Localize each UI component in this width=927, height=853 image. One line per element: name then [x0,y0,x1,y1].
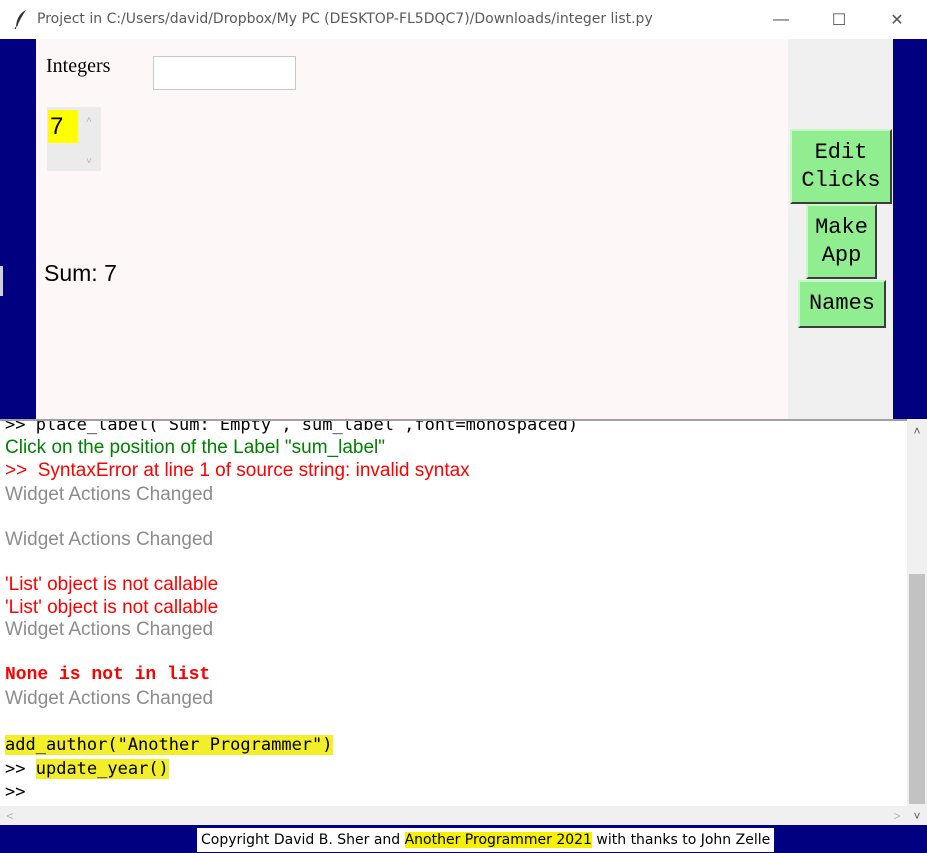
copyright-highlight: Another Programmer 2021 [404,832,592,848]
scroll-down-icon[interactable]: ˅ [907,807,927,825]
make-app-label: Make App [815,214,868,268]
scroll-left-icon[interactable]: < [2,806,18,825]
console-output[interactable]: >> place_label( Sum: Empty , sum_label ,… [0,419,907,806]
feather-icon [14,10,26,29]
edit-clicks-label: Edit Clicks [801,139,881,193]
highlighted-code: add_author("Another Programmer") [5,735,333,755]
close-icon: ✕ [890,11,904,29]
spin-down-icon[interactable]: ˅ [80,151,98,171]
console-line: Widget Actions Changed [5,619,214,640]
minimize-icon: — [773,10,789,28]
console-line: >> place_label( Sum: Empty , sum_label ,… [5,419,579,435]
console-line: Widget Actions Changed [5,484,214,505]
copyright-label: Copyright David B. Sher and Another Prog… [197,828,775,852]
edit-clicks-button[interactable]: Edit Clicks [790,129,892,204]
console-line: 'List' object is not callable [5,597,219,618]
copyright-prefix: Copyright David B. Sher and [201,832,405,848]
spin-up-icon[interactable]: ˄ [80,110,98,130]
left-frame [0,39,36,419]
names-button[interactable]: Names [798,280,886,328]
names-label: Names [808,291,875,316]
window-edge-mark [0,266,3,296]
console-input-prompt[interactable]: >> [5,782,25,802]
console-line: >> SyntaxError at line 1 of source strin… [5,460,470,481]
integers-label: Integers [46,55,111,77]
maximize-button[interactable]: ☐ [810,0,868,39]
close-button[interactable]: ✕ [868,0,926,39]
console-line: Widget Actions Changed [5,688,214,709]
console-line: 'List' object is not callable [5,574,219,595]
scroll-up-icon[interactable]: ˄ [907,422,927,440]
highlighted-code: update_year() [35,759,169,779]
console-line: >> update_year() [5,759,169,779]
horizontal-scrollbar[interactable]: < > [0,806,907,825]
make-app-button[interactable]: Make App [806,204,877,279]
copyright-suffix: with thanks to John Zelle [591,832,771,848]
spinbox-value[interactable]: 7 [48,110,78,143]
sum-label: Sum: 7 [44,260,117,286]
console-line: None is not in list [5,665,211,685]
console-line: add_author("Another Programmer") [5,735,333,755]
title-bar: Project in C:/Users/david/Dropbox/My PC … [0,0,927,39]
footer-bar: Copyright David B. Sher and Another Prog… [0,825,927,853]
console-line: Click on the position of the Label "sum_… [5,437,385,458]
vertical-scrollbar[interactable]: ˄ ˅ [907,419,927,825]
right-frame [893,39,927,419]
maximize-icon: ☐ [831,11,847,29]
scroll-right-icon[interactable]: > [889,806,905,825]
integer-spinbox[interactable]: 7 ˄ ˅ [47,107,101,171]
minimize-button[interactable]: — [752,0,810,39]
app-canvas [36,39,788,419]
console-line: Widget Actions Changed [5,529,214,550]
integers-input[interactable] [153,56,296,90]
window-title: Project in C:/Users/david/Dropbox/My PC … [37,11,653,27]
console-prompt: >> [5,759,26,779]
vertical-scroll-thumb[interactable] [909,574,925,804]
